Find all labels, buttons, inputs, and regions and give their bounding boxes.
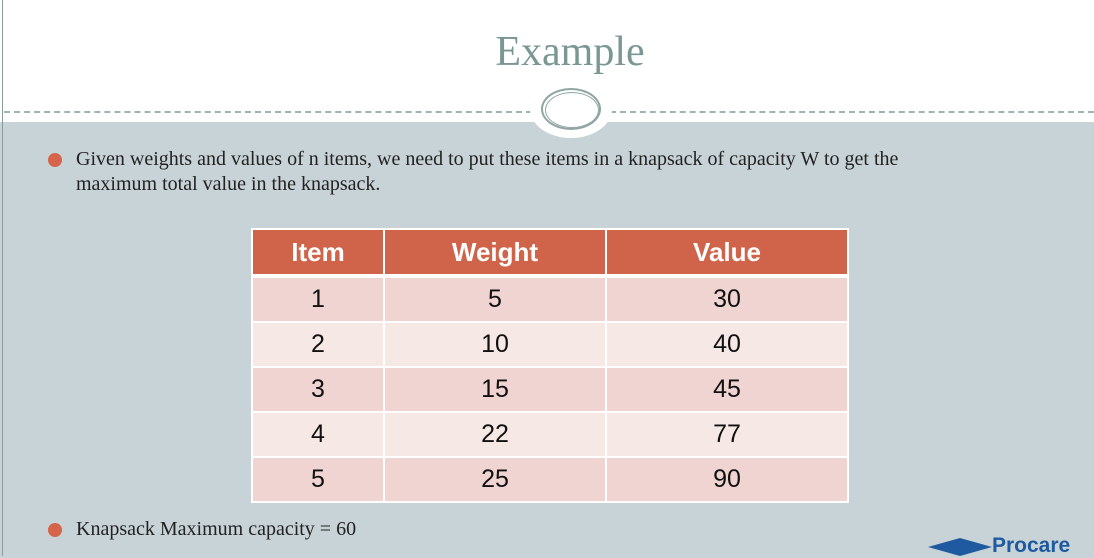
divider-right <box>610 111 1094 113</box>
knapsack-table: Item Weight Value 1 5 30 2 10 40 3 15 45 4 22 77… <box>251 228 849 503</box>
window-border <box>2 0 3 556</box>
cell: 1 <box>251 275 385 323</box>
cell: 40 <box>605 321 849 368</box>
table-row: 1 5 30 <box>251 275 849 323</box>
table-header-row: Item Weight Value <box>251 228 849 278</box>
header-weight: Weight <box>383 228 607 278</box>
table-row: 4 22 77 <box>251 411 849 458</box>
bullet-icon <box>48 153 62 167</box>
cell: 15 <box>383 366 607 413</box>
cell: 22 <box>383 411 607 458</box>
cell: 10 <box>383 321 607 368</box>
cell: 3 <box>251 366 385 413</box>
cell: 2 <box>251 321 385 368</box>
procare-logo: Procare <box>992 534 1071 557</box>
header-value: Value <box>605 228 849 278</box>
table-row: 2 10 40 <box>251 321 849 368</box>
oval-ornament-inner <box>545 92 599 128</box>
bullet-text-line1: Given weights and values of n items, we … <box>76 148 899 170</box>
cell: 90 <box>605 456 849 503</box>
capacity-text: Knapsack Maximum capacity = 60 <box>76 518 357 540</box>
table-row: 3 15 45 <box>251 366 849 413</box>
table-row: 5 25 90 <box>251 456 849 503</box>
cell: 77 <box>605 411 849 458</box>
cell: 5 <box>383 275 607 323</box>
bullet-text-line2: maximum total value in the knapsack. <box>76 173 381 195</box>
cell: 4 <box>251 411 385 458</box>
cell: 45 <box>605 366 849 413</box>
cell: 25 <box>383 456 607 503</box>
divider-left <box>4 111 532 113</box>
header-item: Item <box>251 228 385 278</box>
graduation-cap-icon <box>928 538 992 556</box>
slide-title: Example <box>495 29 645 75</box>
cell: 5 <box>251 456 385 503</box>
cell: 30 <box>605 275 849 323</box>
bullet-icon <box>48 523 62 537</box>
